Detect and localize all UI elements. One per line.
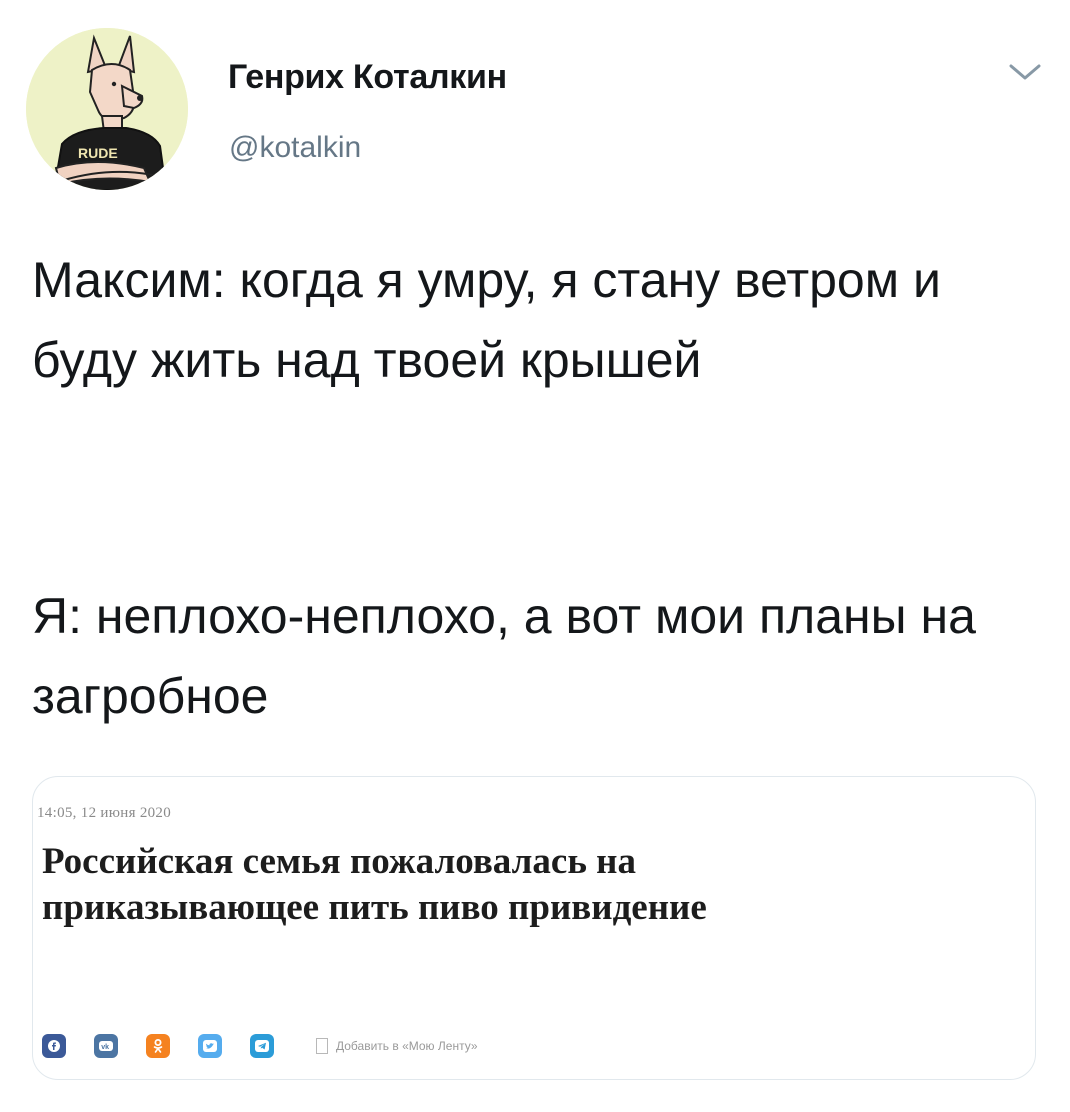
odnoklassniki-icon[interactable] xyxy=(146,1034,170,1058)
facebook-icon[interactable] xyxy=(42,1034,66,1058)
telegram-icon[interactable] xyxy=(250,1034,274,1058)
add-to-feed-button[interactable]: Добавить в «Мою Ленту» xyxy=(316,1038,478,1054)
tweet-text-paragraph: Максим: когда я умру, я стану ветром и б… xyxy=(32,252,955,388)
vk-icon[interactable]: vk xyxy=(94,1034,118,1058)
svg-text:RUDE: RUDE xyxy=(78,145,118,161)
avatar[interactable]: RUDE xyxy=(26,28,188,190)
display-name[interactable]: Генрих Коталкин xyxy=(228,58,507,97)
user-handle[interactable]: @kotalkin xyxy=(229,131,361,165)
add-to-feed-label: Добавить в «Мою Ленту» xyxy=(336,1039,478,1053)
article-date: 14:05, 12 июня 2020 xyxy=(37,805,172,821)
svg-text:vk: vk xyxy=(101,1044,109,1051)
article-title[interactable]: Российская семья пожаловалась на приказы… xyxy=(42,839,902,931)
share-bar: vk Добавить в «Мою Ленту» xyxy=(42,1033,478,1059)
chevron-down-icon[interactable] xyxy=(1008,60,1042,84)
link-preview-card[interactable]: 14:05, 12 июня 2020 Российская семья пож… xyxy=(32,776,1036,1080)
tweet-text-paragraph: Я: неплохо-неплохо, а вот мои планы на з… xyxy=(32,588,990,724)
dog-avatar-icon: RUDE xyxy=(26,28,188,190)
twitter-icon[interactable] xyxy=(198,1034,222,1058)
bookmark-icon xyxy=(316,1038,328,1054)
